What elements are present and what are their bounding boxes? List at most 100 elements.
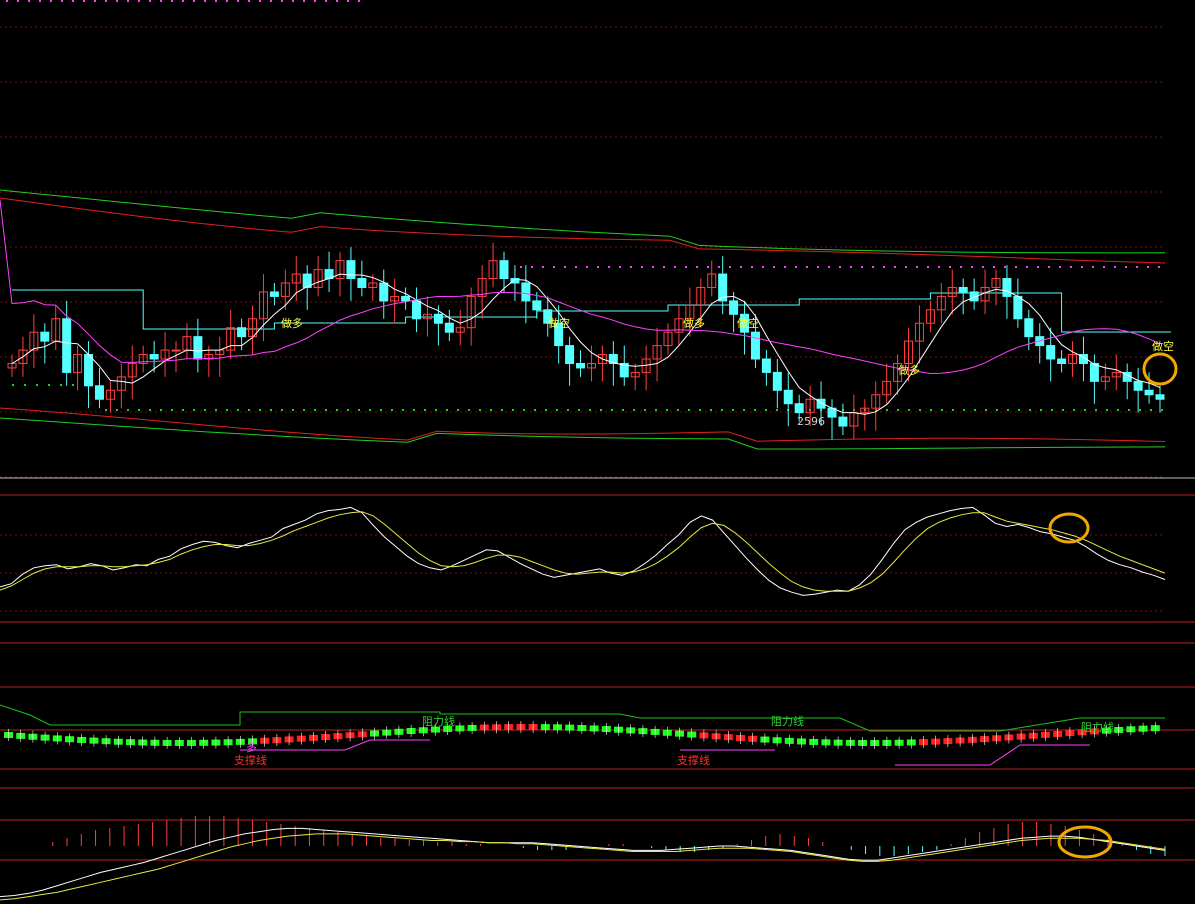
top-dot	[215, 0, 217, 2]
signal-dot	[105, 409, 107, 411]
signal-dot	[974, 409, 976, 411]
signal-dot	[490, 409, 492, 411]
signal-dot	[446, 409, 448, 411]
signal-dot	[729, 266, 731, 268]
signal-dot	[545, 409, 547, 411]
signal-dot	[985, 409, 987, 411]
signal-dot	[1059, 266, 1061, 268]
signal-dot	[927, 266, 929, 268]
top-dot	[160, 0, 162, 2]
signal-dot	[930, 409, 932, 411]
signal-dot	[674, 266, 676, 268]
signal-dot	[215, 409, 217, 411]
signal-dot	[402, 409, 404, 411]
signal-dot	[784, 266, 786, 268]
candle-body	[772, 371, 782, 391]
candle-body	[576, 362, 586, 369]
long-signal-label: 做多	[683, 316, 705, 330]
signal-dot	[259, 409, 261, 411]
candle-body	[1046, 345, 1056, 360]
signal-dot	[138, 409, 140, 411]
signal-dot	[578, 409, 580, 411]
oscillator-panel	[0, 506, 1166, 596]
signal-dot	[435, 409, 437, 411]
signal-dot	[710, 409, 712, 411]
support-line-label: 支撑线	[677, 753, 710, 767]
signal-dot	[960, 266, 962, 268]
top-dot	[347, 0, 349, 2]
signal-dot	[663, 266, 665, 268]
signal-dot	[908, 409, 910, 411]
signal-dot	[886, 409, 888, 411]
signal-dot	[633, 409, 635, 411]
top-dot	[83, 0, 85, 2]
short-signal-label: 做空	[548, 316, 570, 330]
candle-body	[794, 403, 804, 414]
signal-dot	[292, 409, 294, 411]
signal-dot	[762, 266, 764, 268]
resistance-line-label: 阻力线	[422, 714, 455, 728]
candle-body	[1057, 358, 1067, 364]
signal-dot	[839, 266, 841, 268]
signal-dot	[358, 409, 360, 411]
long-signal-label: 做多	[898, 363, 920, 377]
signal-dot	[24, 384, 26, 386]
macd-panel	[0, 816, 1166, 901]
signal-dot	[1037, 266, 1039, 268]
signal-dot	[938, 266, 940, 268]
signal-dot	[270, 409, 272, 411]
top-dot	[325, 0, 327, 2]
top-dot	[237, 0, 239, 2]
signal-dot	[413, 409, 415, 411]
signal-dot	[520, 266, 522, 268]
candle-body	[565, 345, 575, 364]
top-dot	[72, 0, 74, 2]
candle-body	[838, 416, 848, 427]
signal-dot	[619, 266, 621, 268]
top-dot	[50, 0, 52, 2]
signal-dot	[688, 409, 690, 411]
signal-dot	[567, 409, 569, 411]
signal-dot	[916, 266, 918, 268]
top-dot	[314, 0, 316, 2]
candle-body	[444, 322, 454, 333]
candle-body	[521, 282, 531, 302]
signal-dot	[281, 409, 283, 411]
candle-body	[193, 336, 203, 360]
signal-dot	[1139, 409, 1141, 411]
signal-dot	[644, 409, 646, 411]
top-dot	[204, 0, 206, 2]
signal-dot	[564, 266, 566, 268]
signal-dot	[1092, 266, 1094, 268]
signal-dot	[1103, 266, 1105, 268]
top-dot	[171, 0, 173, 2]
ma-short-line	[11, 273, 1161, 415]
signal-dot	[303, 409, 305, 411]
signal-dot	[1040, 409, 1042, 411]
highlight-circle	[1048, 512, 1090, 544]
signal-dot	[512, 409, 514, 411]
signal-dot	[479, 409, 481, 411]
signal-dot	[1128, 409, 1130, 411]
signal-dot	[850, 266, 852, 268]
top-dot	[17, 0, 19, 2]
signal-dot	[897, 409, 899, 411]
candle-body	[1144, 389, 1154, 396]
top-dot	[248, 0, 250, 2]
signal-dot	[12, 384, 14, 386]
macd-dif-line	[0, 827, 1166, 898]
candle-body	[729, 300, 739, 315]
signal-dot	[718, 266, 720, 268]
top-dot	[303, 0, 305, 2]
signal-dot	[817, 266, 819, 268]
top-dot	[105, 0, 107, 2]
signal-dot	[1114, 266, 1116, 268]
signal-dot	[1147, 266, 1149, 268]
signal-dot	[696, 266, 698, 268]
top-dot	[226, 0, 228, 2]
signal-dot	[1062, 409, 1064, 411]
signal-dot	[600, 409, 602, 411]
signal-dot	[542, 266, 544, 268]
signal-dot	[1158, 266, 1160, 268]
signal-dot	[905, 266, 907, 268]
